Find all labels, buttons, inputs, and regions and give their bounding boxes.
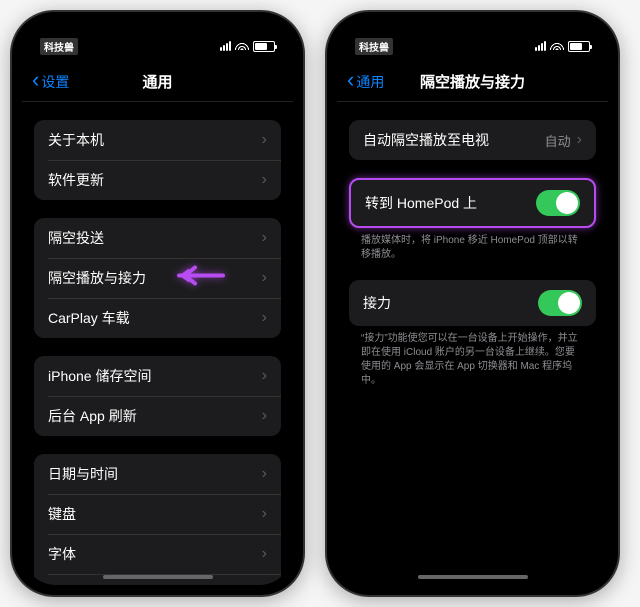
nav-bar: 通用 隔空播放与接力	[337, 62, 608, 102]
signal-icon	[220, 41, 231, 51]
row-background-refresh[interactable]: 后台 App 刷新 ›	[34, 396, 281, 436]
arrow-annotation	[175, 264, 225, 293]
chevron-right-icon: ›	[262, 545, 267, 563]
row-label: CarPlay 车载	[48, 308, 130, 328]
group-footer: 播放媒体时，将 iPhone 移近 HomePod 顶部以转移播放。	[337, 228, 608, 262]
chevron-left-icon	[347, 73, 354, 90]
chevron-right-icon: ›	[577, 131, 582, 149]
toggle-switch[interactable]	[538, 290, 582, 316]
row-about[interactable]: 关于本机 ›	[34, 120, 281, 160]
carrier-label: 科技兽	[40, 38, 78, 55]
row-label: 字体	[48, 544, 76, 564]
row-label: 日期与时间	[48, 464, 118, 484]
row-auto-airplay-tv[interactable]: 自动隔空播放至电视 自动 ›	[349, 120, 596, 160]
row-label: 软件更新	[48, 170, 104, 190]
row-label: 自动隔空播放至电视	[363, 130, 489, 150]
row-iphone-storage[interactable]: iPhone 储存空间 ›	[34, 356, 281, 396]
settings-group: 自动隔空播放至电视 自动 ›	[349, 120, 596, 160]
row-airdrop[interactable]: 隔空投送 ›	[34, 218, 281, 258]
back-label: 通用	[356, 72, 384, 92]
row-label: 语言与地区	[48, 584, 118, 585]
chevron-right-icon: ›	[262, 171, 267, 189]
wifi-icon	[550, 39, 564, 53]
row-carplay[interactable]: CarPlay 车载 ›	[34, 298, 281, 338]
chevron-right-icon: ›	[262, 229, 267, 247]
row-transfer-homepod[interactable]: 转到 HomePod 上	[351, 180, 594, 226]
back-button[interactable]: 设置	[32, 72, 69, 92]
row-label: 隔空播放与接力	[48, 268, 146, 288]
battery-icon	[568, 41, 590, 52]
row-keyboard[interactable]: 键盘 ›	[34, 494, 281, 534]
back-label: 设置	[41, 72, 69, 92]
row-label: 转到 HomePod 上	[365, 193, 477, 213]
wifi-icon	[235, 39, 249, 53]
battery-icon	[253, 41, 275, 52]
row-label: 键盘	[48, 504, 76, 524]
nav-bar: 设置 通用	[22, 62, 293, 102]
page-title: 通用	[142, 71, 172, 92]
settings-list[interactable]: 关于本机›软件更新›隔空投送›隔空播放与接力›CarPlay 车载›iPhone…	[22, 102, 293, 585]
phone-right: 科技兽 通用 隔空播放与接力 自动隔空播放至电视 自动 › 转到 HomePod 上播…	[325, 10, 620, 597]
phone-left: 科技兽 设置 通用 关于本机›软件更新›隔空投送›隔空播放与接力›CarPlay…	[10, 10, 305, 597]
chevron-right-icon: ›	[262, 309, 267, 327]
notch	[408, 22, 538, 46]
row-label: 关于本机	[48, 130, 104, 150]
home-indicator[interactable]	[418, 575, 528, 579]
signal-icon	[535, 41, 546, 51]
row-software-update[interactable]: 软件更新 ›	[34, 160, 281, 200]
chevron-right-icon: ›	[262, 367, 267, 385]
row-handoff[interactable]: 接力	[349, 280, 596, 326]
chevron-right-icon: ›	[262, 505, 267, 523]
group-footer: “接力”功能使您可以在一台设备上开始操作，并立即在使用 iCloud 账户的另一…	[337, 326, 608, 388]
settings-group: 转到 HomePod 上	[349, 178, 596, 228]
chevron-right-icon: ›	[262, 269, 267, 287]
page-title: 隔空播放与接力	[420, 71, 525, 92]
settings-group: 日期与时间›键盘›字体›语言与地区›词典›	[34, 454, 281, 585]
row-date-time[interactable]: 日期与时间 ›	[34, 454, 281, 494]
back-button[interactable]: 通用	[347, 72, 384, 92]
home-indicator[interactable]	[103, 575, 213, 579]
notch	[93, 22, 223, 46]
row-value: 自动	[545, 131, 571, 150]
carrier-label: 科技兽	[355, 38, 393, 55]
row-label: 接力	[363, 293, 391, 313]
settings-group: 隔空投送 › 隔空播放与接力 › CarPlay 车载 ›	[34, 218, 281, 338]
settings-list[interactable]: 自动隔空播放至电视 自动 › 转到 HomePod 上播放媒体时，将 iPhone 移…	[337, 102, 608, 585]
chevron-right-icon: ›	[262, 131, 267, 149]
chevron-right-icon: ›	[262, 465, 267, 483]
row-airplay-handoff[interactable]: 隔空播放与接力 ›	[34, 258, 281, 298]
chevron-right-icon: ›	[262, 407, 267, 425]
row-label: iPhone 储存空间	[48, 366, 151, 386]
row-label: 后台 App 刷新	[48, 406, 137, 426]
chevron-left-icon	[32, 73, 39, 90]
row-fonts[interactable]: 字体 ›	[34, 534, 281, 574]
settings-group: iPhone 储存空间 › 后台 App 刷新 ›	[34, 356, 281, 436]
row-label: 隔空投送	[48, 228, 104, 248]
settings-group: 接力	[349, 280, 596, 326]
toggle-switch[interactable]	[536, 190, 580, 216]
settings-group: 关于本机 › 软件更新 ›	[34, 120, 281, 200]
